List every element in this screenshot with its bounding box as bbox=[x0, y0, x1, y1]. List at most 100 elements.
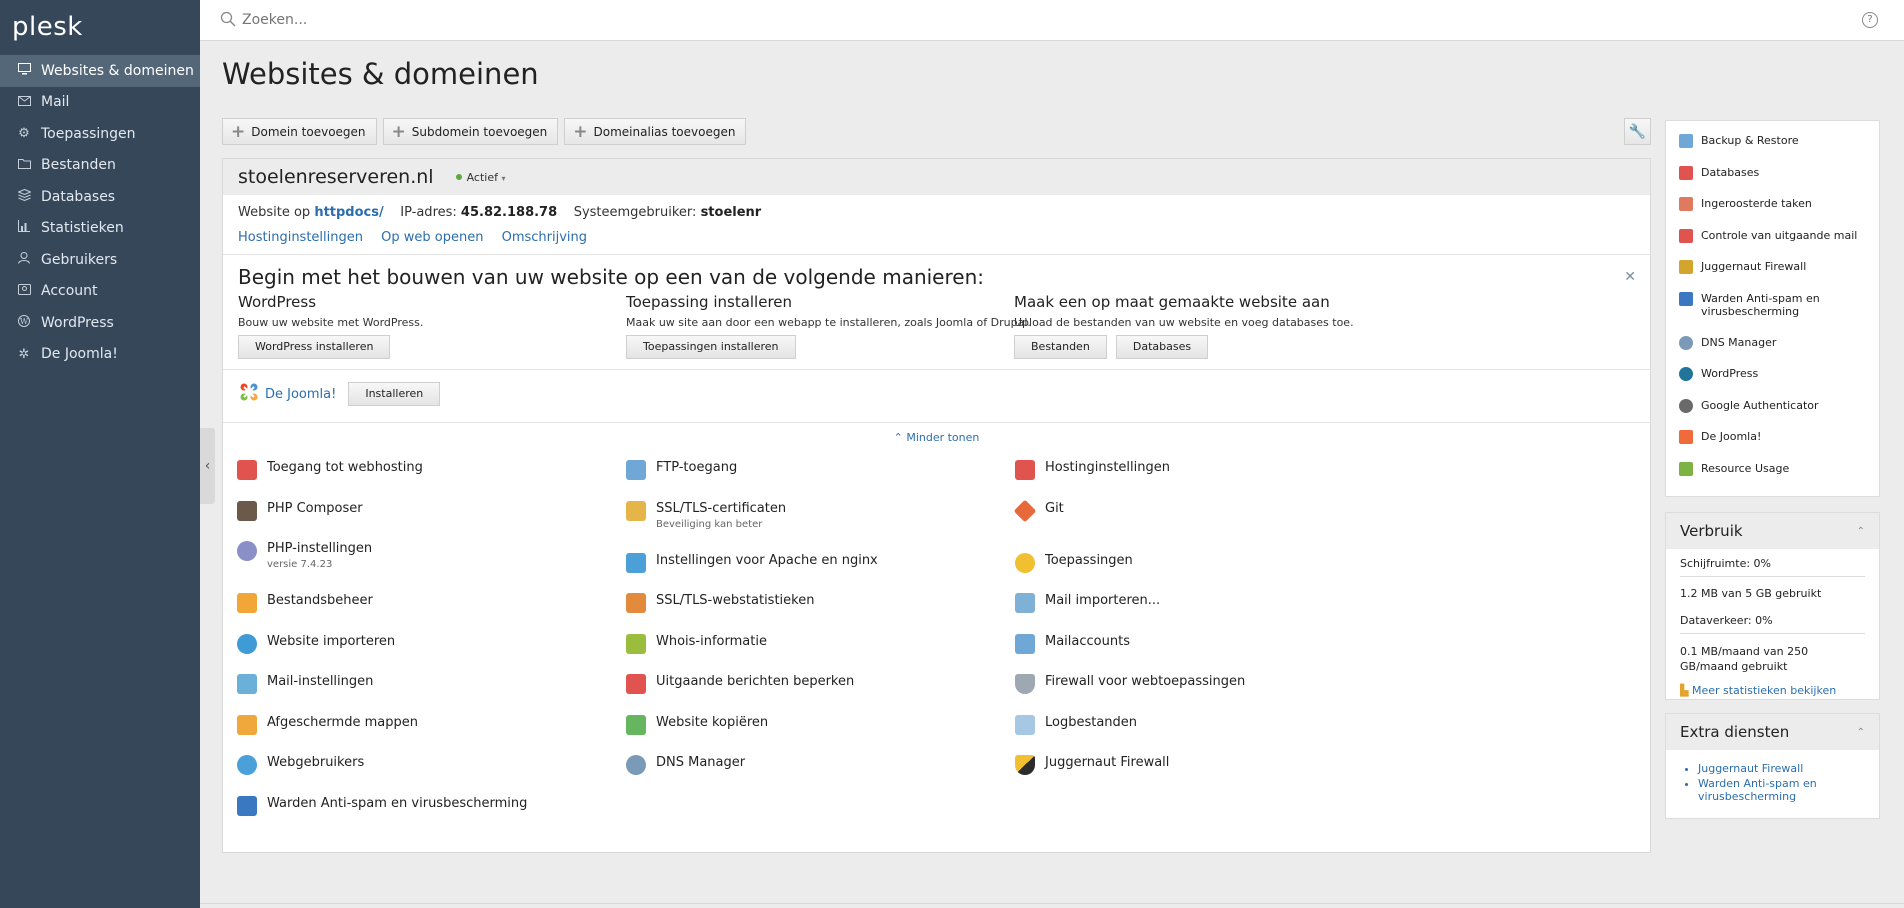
button-label: Subdomein toevoegen bbox=[411, 124, 548, 139]
whois-icon bbox=[626, 633, 646, 654]
sidebar-item-statistics[interactable]: Statistieken bbox=[0, 213, 200, 245]
right-tool-joomla[interactable]: De Joomla! bbox=[1679, 430, 1879, 462]
juggernaut-shield-icon bbox=[1679, 260, 1693, 274]
chevron-left-icon: ‹ bbox=[204, 458, 211, 474]
sidebar-item-mail[interactable]: Mail bbox=[0, 87, 200, 119]
user-icon bbox=[14, 251, 34, 268]
right-tool-wordpress[interactable]: WordPress bbox=[1679, 367, 1879, 399]
domain-name[interactable]: stoelenreserveren.nl bbox=[238, 166, 434, 188]
right-tool-google-authenticator[interactable]: Google Authenticator bbox=[1679, 398, 1879, 431]
tool-hosting-settings[interactable]: Hostinginstellingen bbox=[1015, 455, 1485, 496]
sidebar-item-files[interactable]: Bestanden bbox=[0, 150, 200, 182]
button-label: Domeinalias toevoegen bbox=[593, 124, 736, 139]
tool-juggernaut-firewall[interactable]: Juggernaut Firewall bbox=[1015, 750, 1485, 791]
hosting-settings-link[interactable]: Hostinginstellingen bbox=[238, 230, 363, 245]
right-tool-databases[interactable]: Databases bbox=[1679, 165, 1879, 198]
tool-mail-import[interactable]: Mail importeren... bbox=[1015, 588, 1485, 629]
tool-mail-accounts[interactable]: Mailaccounts bbox=[1015, 629, 1485, 670]
usage-body: Schijfruimte: 0% 1.2 MB van 5 GB gebruik… bbox=[1666, 549, 1879, 697]
open-in-web-link[interactable]: Op web openen bbox=[381, 230, 483, 245]
divider bbox=[223, 369, 1650, 370]
sidebar-item-wordpress[interactable]: W WordPress bbox=[0, 307, 200, 339]
plesk-logo[interactable]: plesk bbox=[0, 0, 200, 55]
databases-button[interactable]: Databases bbox=[1115, 335, 1209, 359]
right-tool-label: WordPress bbox=[1701, 367, 1759, 380]
sidebar-item-joomla[interactable]: ✲ De Joomla! bbox=[0, 339, 200, 371]
right-tool-warden[interactable]: Warden Anti-spam en virusbescherming bbox=[1679, 291, 1879, 336]
close-icon[interactable]: ✕ bbox=[1624, 269, 1636, 285]
install-applications-button[interactable]: Toepassingen installeren bbox=[626, 335, 796, 359]
right-tool-scheduled-tasks[interactable]: Ingeroosterde taken bbox=[1679, 197, 1879, 229]
log-file-icon bbox=[1015, 714, 1035, 735]
search-icon bbox=[220, 11, 238, 29]
envelope-icon bbox=[14, 95, 34, 110]
extra-service-juggernaut-link[interactable]: Juggernaut Firewall bbox=[1698, 762, 1803, 775]
right-tool-backup-restore[interactable]: Backup & Restore bbox=[1679, 134, 1879, 166]
extra-services-header[interactable]: Extra diensten ⌃ bbox=[1666, 714, 1879, 750]
sidebar-item-label: Mail bbox=[41, 94, 70, 111]
right-tool-resource-usage[interactable]: Resource Usage bbox=[1679, 461, 1879, 494]
folder-icon bbox=[237, 593, 257, 613]
sidebar-collapse-toggle[interactable]: ‹ bbox=[200, 428, 215, 504]
install-joomla-button[interactable]: Installeren bbox=[348, 382, 441, 406]
right-tool-juggernaut-firewall[interactable]: Juggernaut Firewall bbox=[1679, 260, 1879, 292]
tool-warden[interactable]: Warden Anti-spam en virusbescherming bbox=[237, 791, 707, 832]
extra-services-title: Extra diensten bbox=[1680, 723, 1790, 741]
sidebar-item-databases[interactable]: Databases bbox=[0, 181, 200, 213]
folder-icon bbox=[14, 158, 34, 173]
files-button[interactable]: Bestanden bbox=[1014, 335, 1107, 359]
right-tool-label: Resource Usage bbox=[1701, 461, 1790, 475]
sidebar-item-label: Databases bbox=[41, 188, 116, 205]
status-dropdown[interactable]: Actief ▾ bbox=[467, 171, 506, 184]
right-tool-dns-manager[interactable]: DNS Manager bbox=[1679, 335, 1879, 368]
svg-text:W: W bbox=[20, 317, 29, 326]
add-domain-button[interactable]: + Domein toevoegen bbox=[222, 118, 377, 145]
database-icon bbox=[14, 188, 34, 205]
settings-wrench-button[interactable]: 🔧 bbox=[1624, 118, 1651, 145]
tool-log-files[interactable]: Logbestanden bbox=[1015, 710, 1485, 751]
sidebar-item-websites-domains[interactable]: Websites & domeinen bbox=[0, 55, 200, 87]
shield-icon bbox=[237, 795, 257, 816]
add-domain-alias-button[interactable]: + Domeinalias toevoegen bbox=[564, 118, 747, 145]
right-tool-label: DNS Manager bbox=[1701, 335, 1777, 349]
stats-lock-icon bbox=[626, 593, 646, 613]
description-link[interactable]: Omschrijving bbox=[502, 230, 587, 245]
sidebar-item-label: Bestanden bbox=[41, 157, 116, 174]
tool-web-app-firewall[interactable]: Firewall voor webtoepassingen bbox=[1015, 669, 1485, 710]
right-tool-label: Databases bbox=[1701, 165, 1760, 179]
page-title: Websites & domeinen bbox=[222, 57, 539, 91]
tool-label: Afgeschermde mappen bbox=[267, 714, 418, 730]
ip-label: IP-adres: bbox=[400, 205, 457, 220]
sidebar-item-users[interactable]: Gebruikers bbox=[0, 244, 200, 276]
right-tool-outgoing-mail-control[interactable]: Controle van uitgaande mail bbox=[1679, 228, 1879, 261]
sidebar-nav: Websites & domeinen Mail ⚙ Toepassingen … bbox=[0, 55, 200, 370]
plus-icon: + bbox=[391, 121, 406, 142]
domain-links: Hostinginstellingen Op web openen Omschr… bbox=[238, 230, 601, 245]
show-less-toggle[interactable]: ⌃ Minder tonen bbox=[223, 431, 1650, 444]
divider bbox=[223, 422, 1650, 423]
more-statistics-link[interactable]: ▙ Meer statistieken bekijken bbox=[1680, 684, 1836, 697]
tool-git[interactable]: Git bbox=[1013, 496, 1485, 548]
tool-label: Mailaccounts bbox=[1045, 633, 1130, 649]
status-dot bbox=[455, 174, 462, 180]
add-subdomain-button[interactable]: + Subdomein toevoegen bbox=[382, 118, 559, 145]
disk-usage-value: 1.2 MB van 5 GB gebruikt bbox=[1680, 587, 1822, 600]
joomla-link[interactable]: De Joomla! bbox=[265, 387, 336, 402]
protected-folder-icon bbox=[237, 714, 257, 735]
tool-applications[interactable]: Toepassingen bbox=[1015, 548, 1485, 589]
usage-header[interactable]: Verbruik ⌃ bbox=[1666, 513, 1879, 549]
show-less-label: Minder tonen bbox=[906, 431, 980, 444]
tool-label: Toepassingen bbox=[1045, 552, 1133, 568]
website-path-link[interactable]: httpdocs/ bbox=[314, 205, 383, 220]
install-wordpress-button[interactable]: WordPress installeren bbox=[238, 335, 391, 359]
sidebar-item-applications[interactable]: ⚙ Toepassingen bbox=[0, 118, 200, 150]
sidebar-item-account[interactable]: Account bbox=[0, 276, 200, 308]
extra-service-warden-link[interactable]: Warden Anti-spam en virusbescherming bbox=[1698, 777, 1817, 803]
button-label: Domein toevoegen bbox=[251, 124, 366, 139]
wordpress-icon: W bbox=[14, 314, 34, 331]
help-icon[interactable]: ? bbox=[1862, 12, 1878, 28]
website-path: httpdocs/ bbox=[314, 205, 384, 220]
tool-label: Logbestanden bbox=[1045, 714, 1138, 730]
search-input[interactable] bbox=[242, 8, 842, 32]
webhosting-access-icon bbox=[237, 460, 257, 480]
